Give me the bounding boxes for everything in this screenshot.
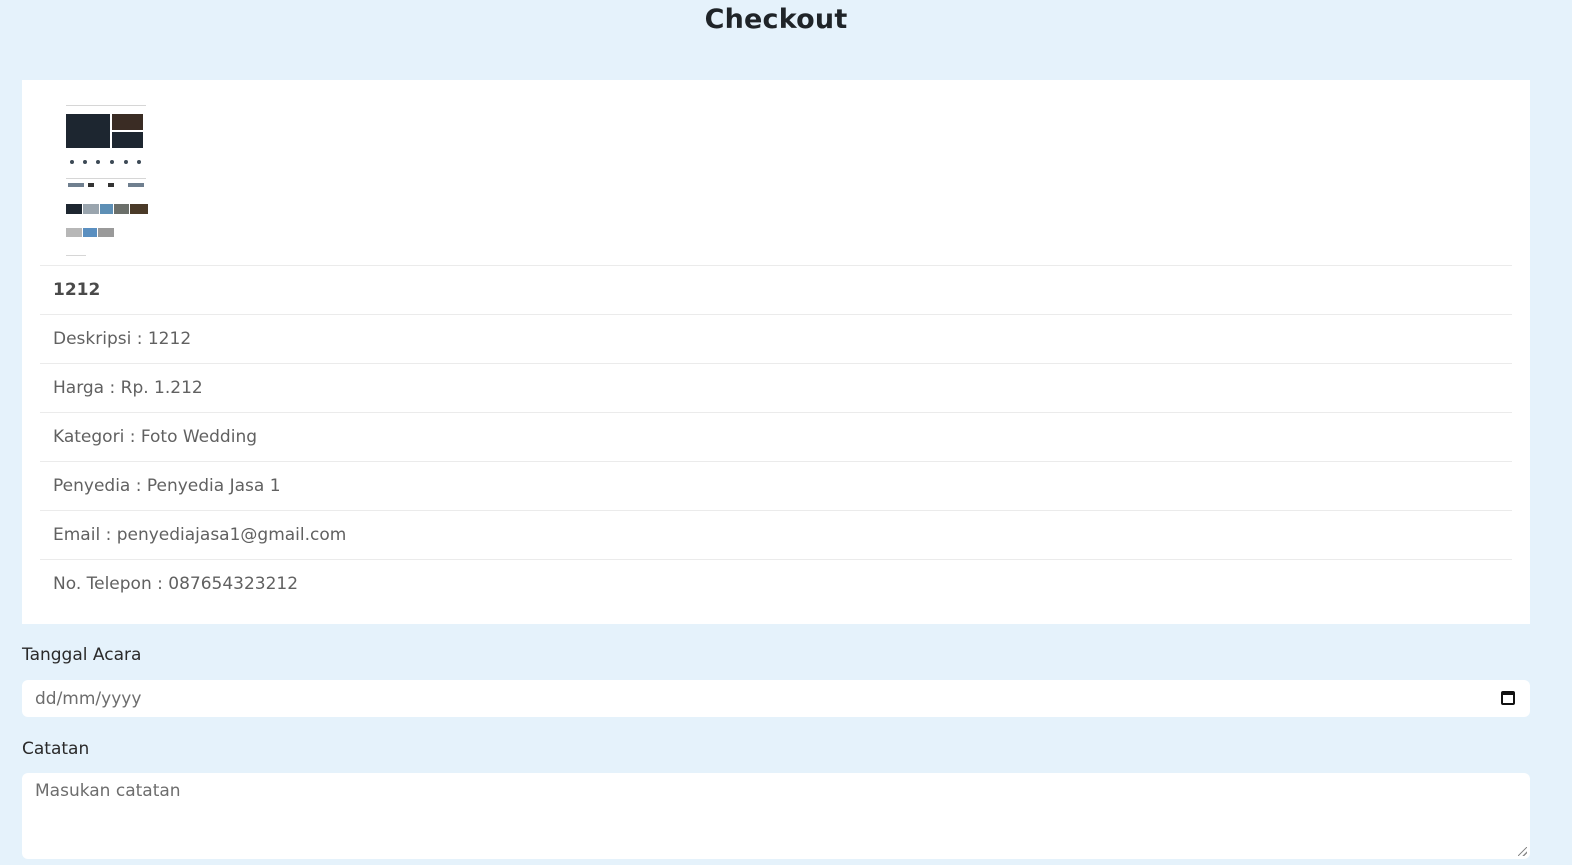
notes-label: Catatan (22, 739, 90, 759)
provider-phone: No. Telepon : 087654323212 (40, 559, 1512, 608)
event-date-placeholder: dd/mm/yyyy (35, 688, 142, 709)
notes-placeholder: Masukan catatan (35, 781, 181, 801)
product-card: 1212 Deskripsi : 1212 Harga : Rp. 1.212 … (22, 80, 1530, 624)
page-title: Checkout (704, 4, 848, 35)
product-category: Kategori : Foto Wedding (40, 412, 1512, 461)
product-description: Deskripsi : 1212 (40, 314, 1512, 363)
product-price: Harga : Rp. 1.212 (40, 363, 1512, 412)
notes-textarea[interactable]: Masukan catatan (22, 773, 1530, 859)
product-name: 1212 (40, 265, 1512, 314)
event-date-label: Tanggal Acara (22, 645, 142, 665)
product-provider: Penyedia : Penyedia Jasa 1 (40, 461, 1512, 510)
resize-handle-icon[interactable] (1518, 847, 1527, 856)
provider-email: Email : penyediajasa1@gmail.com (40, 510, 1512, 559)
calendar-icon[interactable] (1501, 691, 1515, 705)
product-image (64, 102, 148, 258)
event-date-input[interactable]: dd/mm/yyyy (22, 680, 1530, 717)
